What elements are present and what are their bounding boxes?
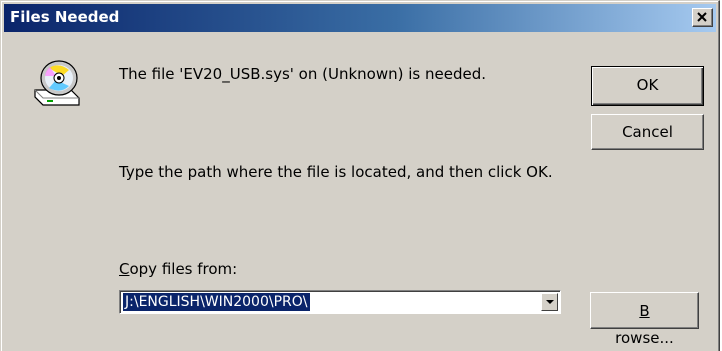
browse-button[interactable]: Browse... bbox=[590, 292, 699, 347]
file-needed-message: The file 'EV20_USB.sys' on (Unknown) is … bbox=[119, 65, 486, 83]
combobox-dropdown-button[interactable] bbox=[541, 293, 558, 311]
instruction-message: Type the path where the file is located,… bbox=[119, 163, 553, 181]
cd-drive-icon bbox=[34, 60, 80, 106]
copy-label-text: opy files from: bbox=[129, 260, 238, 278]
chevron-down-icon bbox=[546, 300, 554, 304]
cancel-button-label: Cancel bbox=[622, 123, 673, 141]
ok-button[interactable]: OK bbox=[591, 66, 704, 106]
title-bar[interactable]: Files Needed bbox=[4, 4, 716, 32]
cancel-button[interactable]: Cancel bbox=[591, 114, 704, 150]
files-needed-dialog: Files Needed The file 'EV20_USB.sys' on … bbox=[0, 0, 720, 351]
close-button[interactable] bbox=[692, 8, 713, 27]
browse-label-text: rowse... bbox=[615, 329, 674, 347]
dialog-title: Files Needed bbox=[10, 8, 120, 26]
copy-files-from-label: Copy files from: bbox=[119, 260, 237, 279]
browse-accesskey: B bbox=[639, 302, 650, 320]
copy-files-from-input[interactable]: J:\ENGLISH\WIN2000\PRO\ bbox=[122, 292, 311, 312]
close-icon bbox=[697, 12, 707, 22]
browse-button-label: Browse... bbox=[591, 302, 698, 347]
ok-button-label: OK bbox=[636, 76, 659, 94]
copy-files-from-combobox[interactable]: J:\ENGLISH\WIN2000\PRO\ bbox=[119, 290, 561, 314]
copy-label-accesskey: C bbox=[119, 260, 130, 278]
